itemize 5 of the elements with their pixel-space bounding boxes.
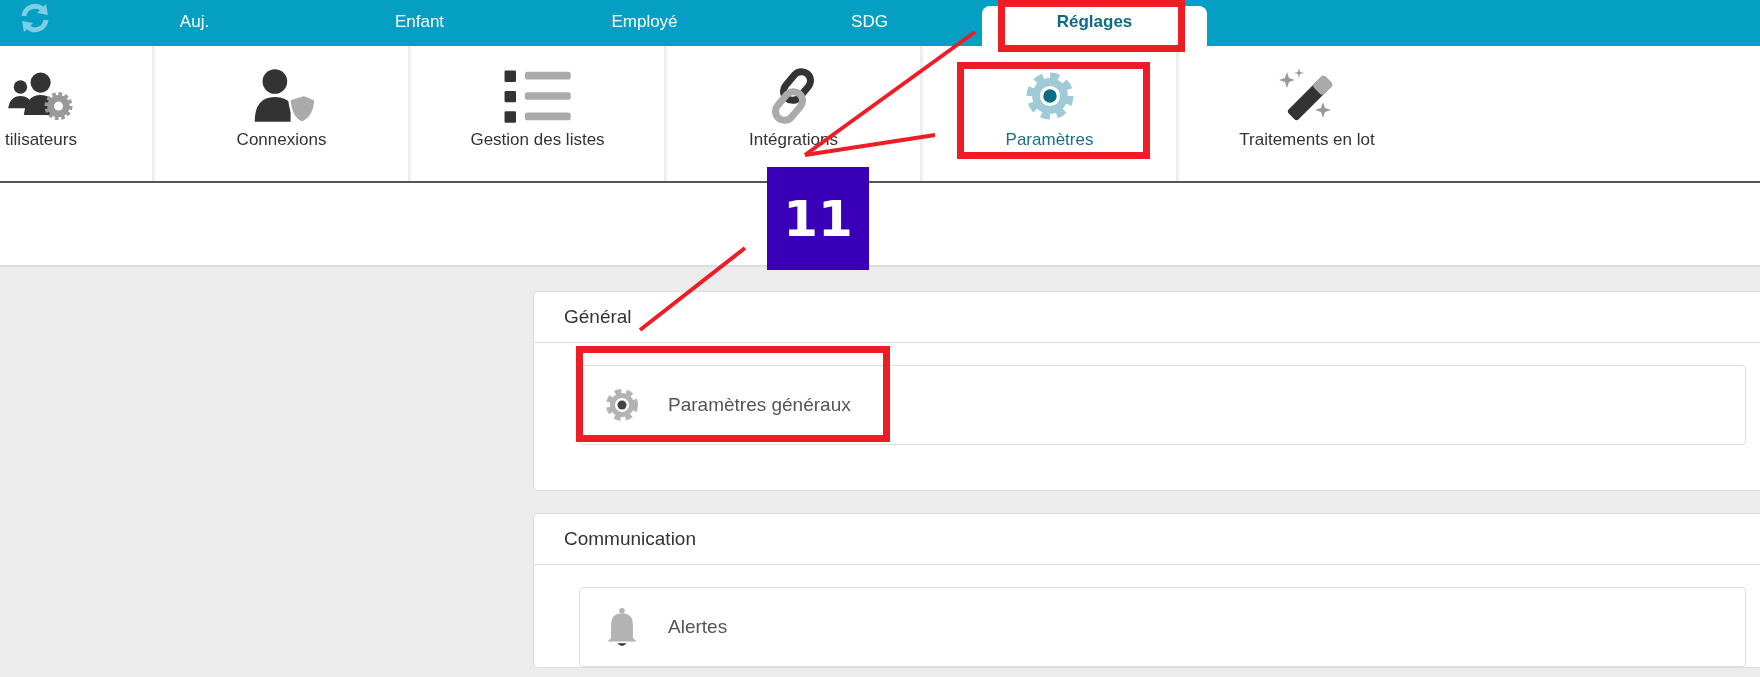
section-title: Général [534,292,1760,343]
settings-item[interactable]: Paramètres généraux [579,365,1746,445]
step-badge: 11 [767,167,869,270]
settings-item[interactable]: Alertes [579,587,1746,667]
section-title: Communication [534,514,1760,565]
